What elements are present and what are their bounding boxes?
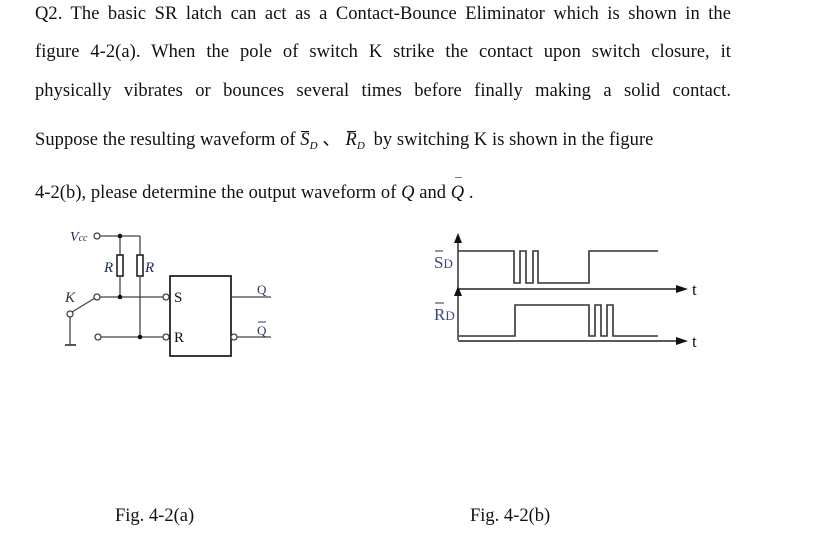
rd-label: RD [434, 305, 455, 324]
sd-time-label: t [692, 280, 697, 299]
rd-time-arrow [676, 337, 688, 345]
rd-waveform [459, 304, 658, 337]
sd-time-arrow [676, 285, 688, 293]
sd-waveform [458, 250, 658, 284]
rd-axis-arrow-up [454, 286, 462, 296]
figure-a-caption: Fig. 4-2(a) [115, 506, 195, 526]
sd-label: SD [434, 253, 453, 272]
figure-b-caption: Fig. 4-2(b) [470, 506, 551, 526]
rd-time-label: t [692, 332, 697, 351]
figure-b-waveforms: SD RD t t [434, 233, 697, 351]
sd-axis-arrow-up [454, 233, 462, 243]
